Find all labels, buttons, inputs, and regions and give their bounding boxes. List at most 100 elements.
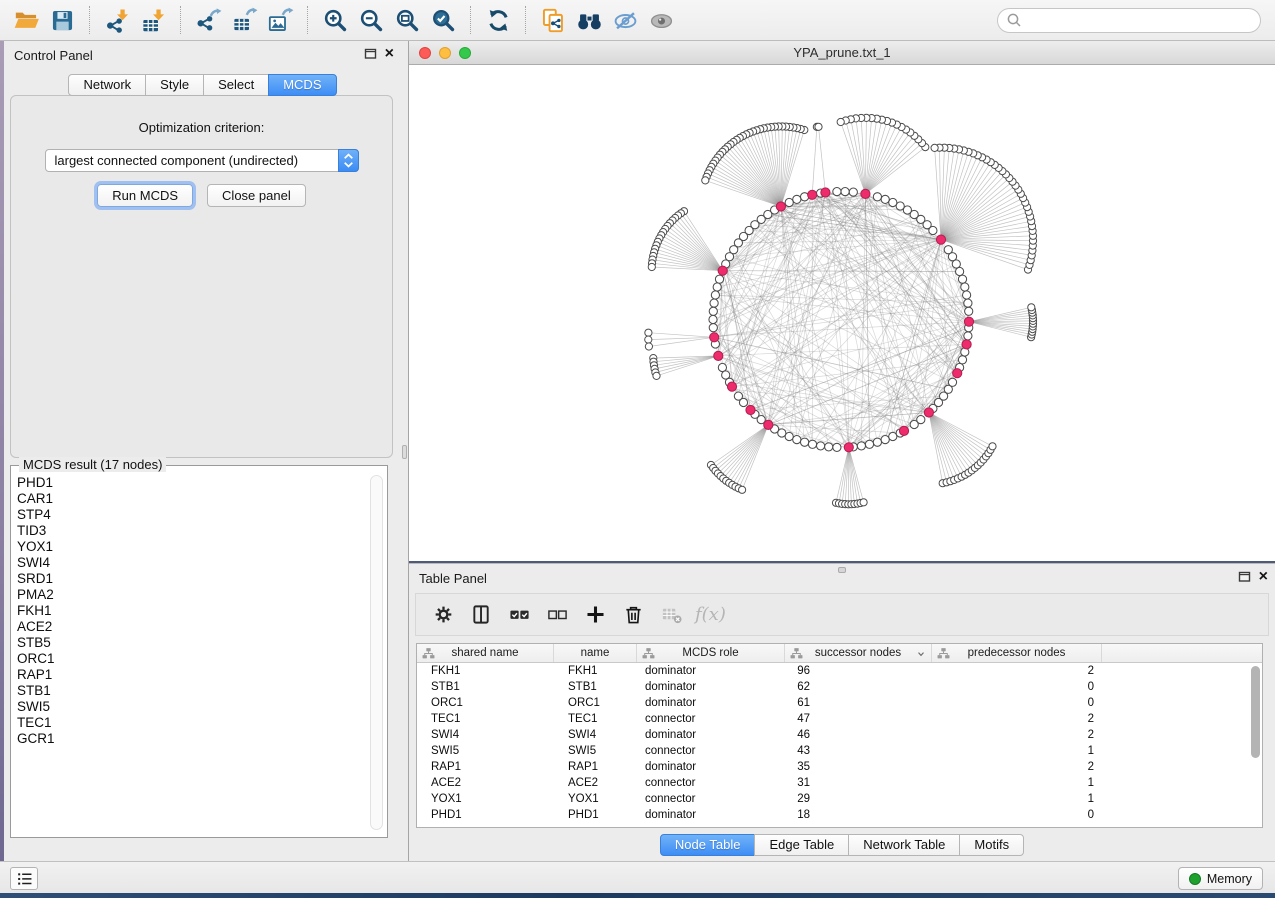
tab-select[interactable]: Select [203,74,269,96]
table-tabs: Node Table Edge Table Network Table Moti… [409,831,1275,858]
table-row[interactable]: SWI5SWI5connector431 [417,743,1262,759]
mcds-result-item[interactable]: ACE2 [17,619,363,635]
table-row[interactable]: TEC1TEC1connector472 [417,711,1262,727]
mcds-result-item[interactable]: STP4 [17,507,363,523]
table-cell: 46 [785,727,932,743]
function-builder-button[interactable]: f(x) [695,604,726,625]
mcds-result-item[interactable]: STB1 [17,683,363,699]
refresh-view-button[interactable] [480,3,516,37]
table-cell: dominator [637,695,785,711]
table-cell: 2 [932,663,1102,679]
import-network-button[interactable] [99,3,135,37]
mcds-result-item[interactable]: YOX1 [17,539,363,555]
mcds-result-item[interactable]: SWI4 [17,555,363,571]
zoom-in-button[interactable] [317,3,353,37]
table-cell: TEC1 [417,711,554,727]
mcds-result-item[interactable]: CAR1 [17,491,363,507]
deselect-all-button[interactable] [547,604,568,625]
mcds-result-list: PHD1CAR1STP4TID3YOX1SWI4SRD1PMA2FKH1ACE2… [17,475,363,833]
column-header[interactable]: successor nodes [785,644,932,662]
table-row[interactable]: FKH1FKH1dominator962 [417,663,1262,679]
column-header-filler [1102,644,1262,662]
table-cell: 29 [785,791,932,807]
save-session-button[interactable] [44,3,80,37]
add-column-button[interactable] [585,604,606,625]
mcds-result-item[interactable]: STB5 [17,635,363,651]
tab-network[interactable]: Network [68,74,146,96]
table-row[interactable]: YOX1YOX1connector291 [417,791,1262,807]
hide-selected-button[interactable] [607,3,643,37]
mcds-list-scrollbar[interactable] [370,475,383,830]
clone-network-button[interactable] [535,3,571,37]
network-graph[interactable] [409,65,1275,561]
mcds-result-item[interactable]: RAP1 [17,667,363,683]
network-titlebar[interactable]: YPA_prune.txt_1 [409,41,1275,65]
panel-splitter[interactable] [401,41,409,861]
control-panel: Control Panel × Network Style Select MCD… [4,41,401,861]
mcds-result-item[interactable]: PHD1 [17,475,363,491]
export-network-button[interactable] [190,3,226,37]
mcds-result-item[interactable]: FKH1 [17,603,363,619]
mcds-result-item[interactable]: SWI5 [17,699,363,715]
column-header[interactable]: shared name [417,644,554,662]
open-folder-icon [13,7,40,34]
float-panel-button[interactable] [364,47,377,60]
open-file-button[interactable] [8,3,44,37]
criterion-select[interactable]: largest connected component (undirected) [45,149,359,172]
table-options-button[interactable] [433,604,454,625]
checked-boxes-icon [509,604,530,625]
tab-node-table[interactable]: Node Table [660,834,756,856]
delete-table-button[interactable] [661,604,682,625]
close-panel-button[interactable]: Close panel [207,184,306,207]
float-table-panel-button[interactable] [1238,570,1251,583]
eye-icon [648,7,675,34]
table-cell: connector [637,775,785,791]
zoom-fit-button[interactable] [389,3,425,37]
zoom-out-button[interactable] [353,3,389,37]
memory-button[interactable]: Memory [1178,867,1263,890]
mcds-result-group: MCDS result (17 nodes) PHD1CAR1STP4TID3Y… [10,465,388,838]
eye-slash-icon [612,7,639,34]
table-row[interactable]: ORC1ORC1dominator610 [417,695,1262,711]
column-header[interactable]: MCDS role [637,644,785,662]
mcds-result-item[interactable]: TEC1 [17,715,363,731]
zoom-out-icon [358,7,385,34]
run-mcds-button[interactable]: Run MCDS [97,184,193,207]
column-visibility-button[interactable] [471,604,492,625]
delete-column-button[interactable] [623,604,644,625]
tab-mcds[interactable]: MCDS [268,74,336,96]
show-all-button[interactable] [643,3,679,37]
table-row[interactable]: SWI4SWI4dominator462 [417,727,1262,743]
mcds-result-item[interactable]: GCR1 [17,731,363,747]
splitter-handle-icon [402,445,407,459]
tab-network-table[interactable]: Network Table [848,834,960,856]
close-panel-icon[interactable]: × [385,47,394,60]
mcds-result-item[interactable]: ORC1 [17,651,363,667]
table-row[interactable]: ACE2ACE2connector311 [417,775,1262,791]
first-neighbors-button[interactable] [571,3,607,37]
select-all-button[interactable] [509,604,530,625]
panel-drag-handle[interactable] [838,567,846,573]
column-header[interactable]: predecessor nodes [932,644,1102,662]
tab-edge-table[interactable]: Edge Table [754,834,849,856]
search-input[interactable] [1022,10,1260,30]
table-row[interactable]: PHD1PHD1dominator180 [417,807,1262,823]
scrollbar-thumb[interactable] [1251,666,1260,758]
table-row[interactable]: RAP1RAP1dominator352 [417,759,1262,775]
mcds-result-item[interactable]: TID3 [17,523,363,539]
import-table-button[interactable] [135,3,171,37]
mcds-result-item[interactable]: PMA2 [17,587,363,603]
search-box[interactable] [997,8,1261,33]
close-table-panel-icon[interactable]: × [1259,570,1268,583]
export-image-button[interactable] [262,3,298,37]
tab-motifs[interactable]: Motifs [959,834,1024,856]
mcds-result-item[interactable]: SRD1 [17,571,363,587]
network-canvas[interactable] [409,65,1275,561]
table-row[interactable]: STB1STB1dominator620 [417,679,1262,695]
zoom-selected-button[interactable] [425,3,461,37]
table-scrollbar[interactable] [1250,665,1261,824]
export-table-button[interactable] [226,3,262,37]
column-header[interactable]: name [554,644,637,662]
task-history-button[interactable] [10,867,38,890]
tab-style[interactable]: Style [145,74,204,96]
